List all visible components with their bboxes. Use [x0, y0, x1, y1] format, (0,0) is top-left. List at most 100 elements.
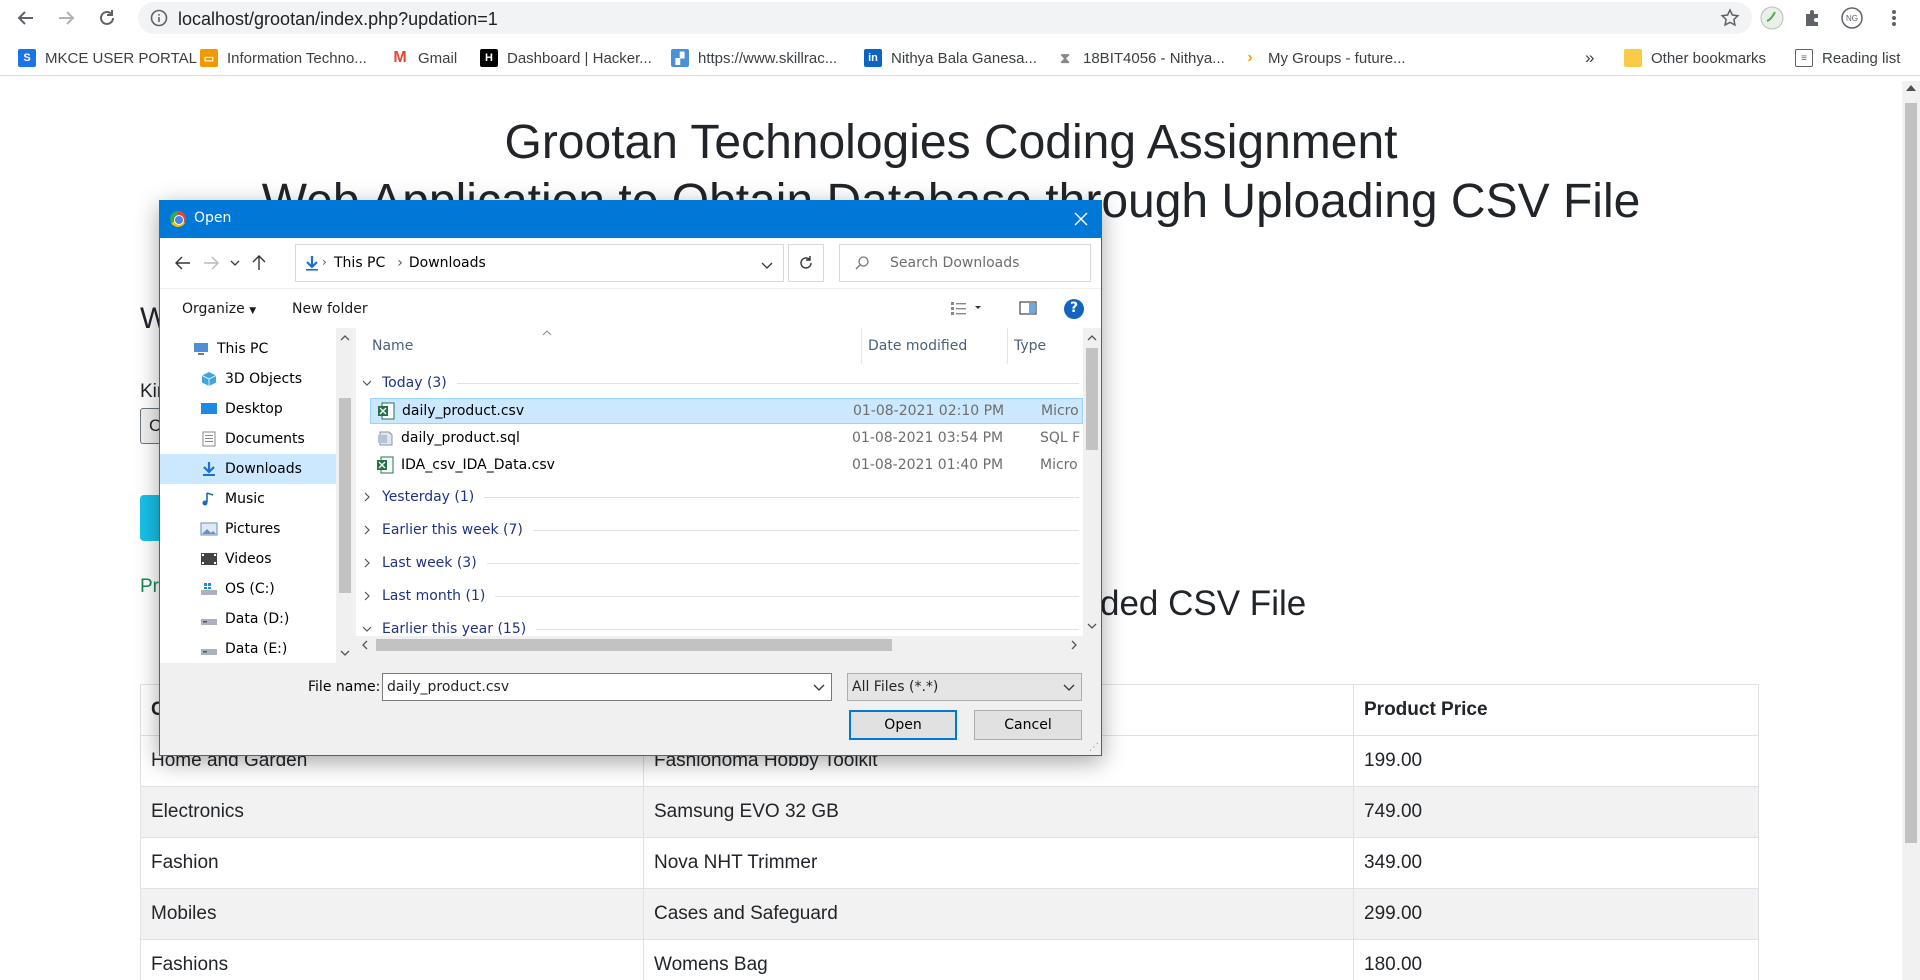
sql-file-icon [378, 431, 393, 446]
pc-icon [194, 343, 208, 355]
cancel-button[interactable]: Cancel [974, 710, 1082, 740]
nav-item-os-c[interactable]: OS (C:) [160, 574, 336, 604]
cell-price: 749.00 [1353, 786, 1759, 838]
bookmark-4[interactable]: ▞ https://www.skillrac... [671, 47, 837, 69]
nav-item-this-pc[interactable]: This PC [160, 334, 336, 364]
other-bookmarks[interactable]: Other bookmarks [1624, 47, 1766, 69]
dialog-up-button[interactable] [248, 252, 270, 274]
cube-icon [201, 372, 217, 386]
navigation-scroll-thumb[interactable] [339, 398, 351, 593]
bookmark-star-icon[interactable] [1720, 8, 1740, 33]
nav-item-pictures[interactable]: Pictures [160, 514, 336, 544]
status-message: Pr [140, 576, 159, 597]
page-scroll-thumb[interactable] [1905, 103, 1917, 843]
file-row[interactable]: IDA_csv_IDA_Data.csv 01-08-2021 01:40 PM… [370, 452, 1083, 478]
bookmark-2[interactable]: M Gmail [391, 47, 457, 69]
scroll-up-icon[interactable] [340, 334, 350, 341]
nav-item-videos[interactable]: Videos [160, 544, 336, 574]
bookmark-1[interactable]: ▭ Information Techno... [200, 47, 367, 69]
view-options-icon[interactable] [950, 299, 984, 321]
file-list-scroll-thumb[interactable] [1086, 348, 1098, 450]
group-earlier-this-week[interactable]: Earlier this week (7) [356, 517, 1083, 543]
nav-item-downloads[interactable]: Downloads [160, 454, 336, 484]
group-earlier-this-year[interactable]: Earlier this year (15) [356, 616, 1083, 636]
scroll-up-icon[interactable] [1087, 334, 1097, 341]
preview-pane-icon[interactable] [1019, 299, 1037, 321]
forward-button[interactable] [52, 4, 80, 32]
file-row[interactable]: daily_product.csv 01-08-2021 02:10 PM Mi… [370, 398, 1083, 424]
group-last-month[interactable]: Last month (1) [356, 583, 1083, 609]
bookmark-3[interactable]: H Dashboard | Hacker... [480, 47, 652, 69]
file-row[interactable]: daily_product.sql 01-08-2021 03:54 PM SQ… [370, 425, 1083, 451]
breadcrumb-this-pc[interactable]: This PC [334, 255, 385, 271]
dialog-forward-button[interactable] [200, 252, 222, 274]
file-list-horizontal-scrollbar[interactable] [356, 636, 1083, 654]
reading-list[interactable]: ≡ Reading list [1795, 47, 1900, 69]
group-today[interactable]: Today (3) [356, 370, 1083, 396]
nav-item-data-e[interactable]: Data (E:) [160, 634, 336, 664]
dialog-search-input[interactable]: Search Downloads [839, 244, 1091, 282]
bookmark-0[interactable]: S MKCE USER PORTAL [18, 47, 197, 69]
back-button[interactable] [12, 4, 40, 32]
cell-category: Mobiles [140, 888, 644, 940]
organize-menu[interactable]: Organize ▼ [182, 301, 256, 317]
column-separator[interactable] [861, 328, 862, 364]
new-folder-button[interactable]: New folder [292, 301, 368, 317]
file-type: Micro [1040, 457, 1078, 473]
info-icon[interactable] [150, 9, 168, 32]
dialog-back-button[interactable] [172, 252, 194, 274]
nav-item-3d-objects[interactable]: 3D Objects [160, 364, 336, 394]
scroll-down-icon[interactable] [340, 650, 350, 657]
column-separator[interactable] [1007, 328, 1008, 364]
path-dropdown-icon[interactable] [761, 255, 773, 274]
resize-grip-icon[interactable]: ⋰ [1089, 742, 1099, 753]
group-yesterday[interactable]: Yesterday (1) [356, 484, 1083, 510]
bookmark-5[interactable]: in Nithya Bala Ganesa... [864, 47, 1037, 69]
scroll-right-icon[interactable] [1071, 640, 1078, 650]
profile-avatar[interactable]: NG [1838, 4, 1866, 32]
bookmark-7[interactable]: › My Groups - future... [1241, 47, 1406, 69]
file-list-hscroll-thumb[interactable] [376, 639, 892, 651]
breadcrumb-downloads[interactable]: Downloads [409, 255, 486, 271]
dialog-command-bar: Organize ▼ New folder ? [160, 288, 1101, 328]
reload-button[interactable] [93, 4, 121, 32]
extension-grammar-icon[interactable] [1758, 4, 1786, 32]
nav-item-music[interactable]: Music [160, 484, 336, 514]
cell-product: Nova NHT Trimmer [643, 837, 1354, 889]
dialog-title-bar[interactable]: Open [160, 201, 1101, 238]
address-bar[interactable]: localhost/grootan/index.php?updation=1 [138, 2, 1752, 34]
dialog-refresh-button[interactable] [788, 244, 824, 282]
browser-menu-button[interactable] [1880, 4, 1908, 32]
column-header-name[interactable]: Name [372, 328, 413, 364]
arrow-left-icon [17, 11, 33, 25]
extensions-puzzle-icon[interactable] [1798, 4, 1826, 32]
nav-item-desktop[interactable]: Desktop [160, 394, 336, 424]
chevron-down-icon[interactable] [813, 680, 825, 696]
file-name: daily_product.csv [402, 403, 525, 419]
dialog-path-bar[interactable]: › This PC › Downloads [295, 244, 784, 282]
help-icon[interactable]: ? [1063, 298, 1085, 324]
column-header-type[interactable]: Type [1014, 328, 1046, 364]
file-list-vertical-scrollbar[interactable] [1083, 328, 1101, 636]
group-last-week[interactable]: Last week (3) [356, 550, 1083, 576]
dialog-close-button[interactable] [1069, 207, 1093, 231]
navigation-pane-scrollbar[interactable] [336, 328, 354, 663]
open-button[interactable]: Open [849, 710, 957, 740]
dialog-title: Open [194, 210, 232, 226]
chevron-right-icon [358, 591, 376, 601]
recent-locations-button[interactable] [224, 252, 246, 274]
more-bookmarks-button[interactable]: » [1585, 47, 1594, 69]
bookmark-6[interactable]: ⧗ 18BIT4056 - Nithya... [1056, 47, 1225, 69]
nav-item-data-d[interactable]: Data (D:) [160, 604, 336, 634]
nav-item-documents[interactable]: Documents [160, 424, 336, 454]
group-divider [486, 562, 1079, 564]
scroll-down-icon[interactable] [1087, 623, 1097, 630]
file-type-filter[interactable]: All Files (*.*) [847, 673, 1082, 701]
file-type: SQL F [1040, 430, 1081, 446]
scroll-up-icon[interactable] [1906, 85, 1916, 91]
chrome-icon [170, 211, 186, 227]
file-name-input[interactable]: daily_product.csv [382, 673, 832, 701]
page-scrollbar[interactable] [1902, 81, 1920, 980]
column-header-date[interactable]: Date modified [868, 328, 967, 364]
scroll-left-icon[interactable] [361, 640, 368, 650]
